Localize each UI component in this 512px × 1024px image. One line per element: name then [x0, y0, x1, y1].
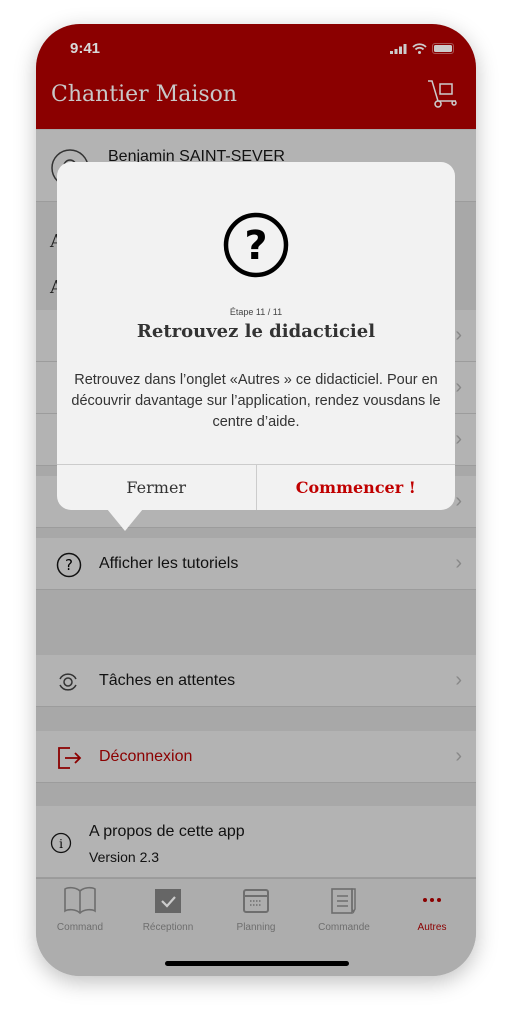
dialog-pointer: [107, 509, 143, 531]
tab-label: Commande: [318, 922, 370, 933]
chevron-right-icon: ›: [455, 669, 462, 691]
chevron-right-icon: ›: [455, 490, 462, 512]
menu-item-about[interactable]: i A propos de cette app Version 2.3: [36, 806, 476, 878]
step-counter: Étape 11 / 11: [229, 307, 283, 317]
tab-planning[interactable]: Planning: [212, 885, 300, 933]
tab-label: Planning: [236, 922, 276, 933]
status-icons: [390, 43, 456, 54]
svg-text:?: ?: [65, 556, 73, 574]
home-indicator: [165, 961, 349, 966]
chevron-right-icon: ›: [455, 428, 462, 450]
chevron-right-icon: ›: [455, 324, 462, 346]
tab-label: Réceptionn: [142, 922, 194, 933]
wifi-icon: [412, 43, 427, 54]
book-icon: [64, 886, 96, 915]
tab-command[interactable]: Command: [36, 885, 124, 933]
app-title: Chantier Maison: [51, 82, 238, 107]
app-header: 9:41 Chantier Maison: [36, 24, 476, 129]
svg-text:i: i: [59, 837, 63, 851]
app-version: Version 2.3: [89, 849, 160, 865]
help-circle-icon: ?: [56, 552, 82, 578]
help-circle-icon: ?: [223, 212, 289, 278]
calendar-check-icon: [155, 889, 181, 913]
more-icon: [423, 898, 441, 902]
tab-label: Autres: [417, 922, 447, 933]
sync-gear-icon: [59, 673, 77, 691]
cart-icon[interactable]: [426, 78, 460, 108]
battery-icon: [432, 43, 454, 54]
menu-item-logout[interactable]: Déconnexion ›: [36, 731, 476, 783]
close-button[interactable]: Fermer: [57, 465, 256, 510]
chevron-right-icon: ›: [455, 376, 462, 398]
tab-label: Command: [56, 922, 104, 933]
chevron-right-icon: ›: [455, 552, 462, 574]
svg-text:?: ?: [244, 223, 267, 269]
tab-autres[interactable]: Autres: [388, 885, 476, 933]
chevron-right-icon: ›: [455, 745, 462, 767]
notepad-icon: [331, 888, 356, 914]
dialog-body: Retrouvez dans l’onglet «Autres » ce did…: [71, 372, 441, 430]
menu-label: Tâches en attentes: [99, 672, 236, 689]
status-time: 9:41: [70, 40, 101, 57]
logout-icon: [58, 747, 82, 769]
menu-item-tutorials[interactable]: ? Afficher les tutoriels ›: [36, 538, 476, 590]
menu-item-pending-tasks[interactable]: Tâches en attentes ›: [36, 655, 476, 707]
menu-label: A propos de cette app: [89, 823, 245, 840]
menu-label: Déconnexion: [99, 748, 193, 765]
menu-label: Afficher les tutoriels: [99, 555, 239, 572]
calendar-icon: [243, 889, 269, 913]
tutorial-dialog: ? Étape 11 / 11 Retrouvez le didacticiel…: [57, 162, 455, 510]
signal-icon: [390, 44, 407, 54]
dialog-title: Retrouvez le didacticiel: [136, 321, 376, 342]
tab-commande[interactable]: Commande: [300, 885, 388, 933]
tab-reception[interactable]: Réceptionn: [124, 885, 212, 933]
start-button[interactable]: Commencer !: [255, 465, 456, 510]
info-icon: i: [50, 832, 72, 854]
